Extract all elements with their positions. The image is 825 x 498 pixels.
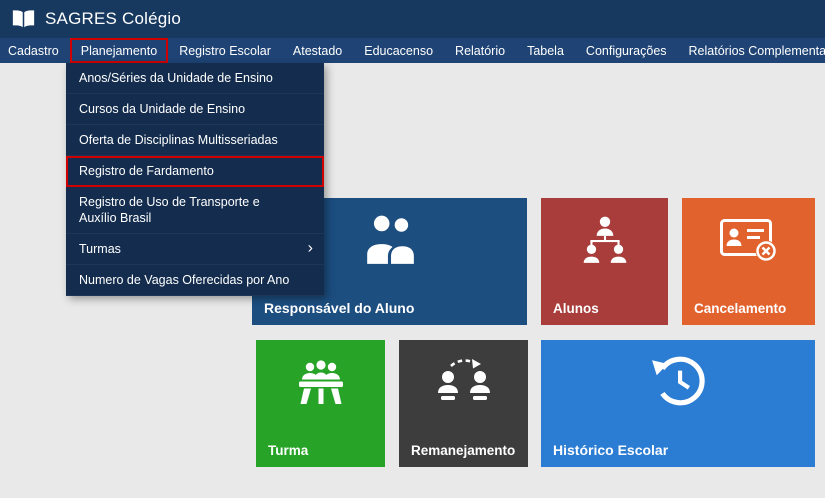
submenu-chevron-icon: › — [307, 239, 313, 257]
students-icon — [579, 216, 631, 264]
tile-turma[interactable]: Turma — [256, 340, 385, 467]
guardians-icon — [362, 214, 418, 264]
class-group-icon — [293, 358, 349, 404]
menu-item-registro-escolar[interactable]: Registro Escolar — [168, 38, 282, 63]
menu-item-configuracoes[interactable]: Configurações — [575, 38, 678, 63]
menu-item-relatorios-complementares[interactable]: Relatórios Complementares — [678, 38, 825, 63]
transfer-people-icon — [435, 358, 493, 404]
tile-alunos[interactable]: Alunos — [541, 198, 668, 325]
tile-remanejamento[interactable]: Remanejamento — [399, 340, 528, 467]
planejamento-dropdown-menu: Anos/Séries da Unidade de Ensino Cursos … — [66, 63, 324, 296]
dropdown-item-cursos[interactable]: Cursos da Unidade de Ensino — [66, 94, 324, 125]
dropdown-item-oferta-disciplinas[interactable]: Oferta de Disciplinas Multisseriadas — [66, 125, 324, 156]
dropdown-item-label: Turmas — [79, 242, 121, 256]
menu-item-relatorio[interactable]: Relatório — [444, 38, 516, 63]
tile-label: Turma — [268, 443, 309, 458]
dropdown-item-anos-series[interactable]: Anos/Séries da Unidade de Ensino — [66, 63, 324, 94]
tile-label: Cancelamento — [694, 301, 787, 316]
menu-item-tabela[interactable]: Tabela — [516, 38, 575, 63]
tile-label: Histórico Escolar — [553, 442, 669, 458]
menu-item-cadastro[interactable]: Cadastro — [0, 38, 70, 63]
tile-historico-escolar[interactable]: Histórico Escolar — [541, 340, 815, 467]
tile-label: Alunos — [553, 301, 599, 316]
main-menubar: Cadastro Planejamento Registro Escolar A… — [0, 38, 825, 63]
history-clock-icon — [650, 354, 706, 408]
app-title: SAGRES Colégio — [45, 9, 182, 28]
app-title-bar: SAGRES Colégio — [0, 0, 825, 38]
tile-label: Responsável do Aluno — [264, 300, 415, 316]
book-logo-icon — [12, 9, 35, 29]
cancel-id-card-icon — [719, 216, 778, 264]
menu-item-planejamento[interactable]: Planejamento — [69, 38, 169, 63]
menu-item-atestado[interactable]: Atestado — [282, 38, 353, 63]
dropdown-item-registro-transporte-auxilio[interactable]: Registro de Uso de Transporte e Auxílio … — [66, 187, 324, 234]
menu-item-educacenso[interactable]: Educacenso — [353, 38, 444, 63]
dropdown-item-registro-de-fardamento[interactable]: Registro de Fardamento — [66, 156, 324, 187]
dropdown-item-numero-de-vagas[interactable]: Numero de Vagas Oferecidas por Ano — [66, 265, 324, 296]
tile-cancelamento[interactable]: Cancelamento — [682, 198, 815, 325]
dropdown-item-turmas[interactable]: Turmas › — [66, 234, 324, 265]
tile-label: Remanejamento — [411, 443, 516, 458]
